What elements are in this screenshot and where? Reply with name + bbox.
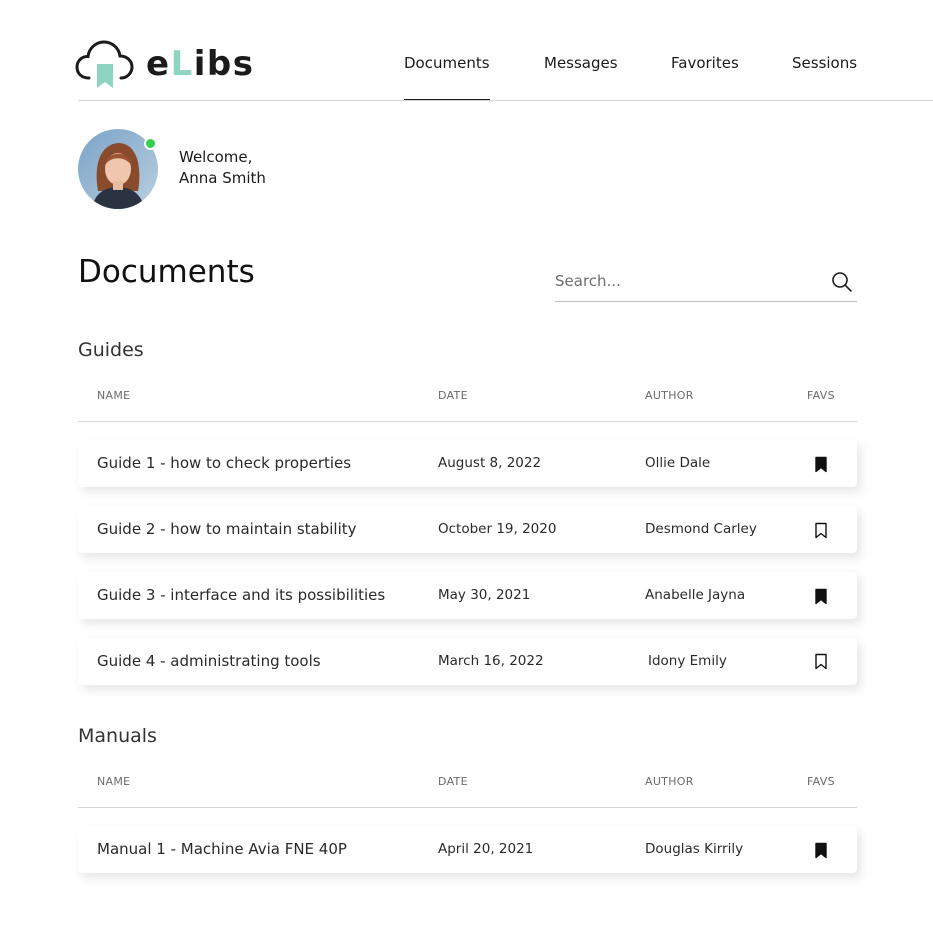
bookmark-outline-icon[interactable] (814, 653, 828, 670)
header-divider (78, 100, 933, 101)
column-header-name: NAME (97, 389, 131, 402)
bookmark-outline-icon[interactable] (814, 522, 828, 539)
row-author: Desmond Carley (645, 521, 757, 537)
brand-name-suffix: ibs (193, 44, 255, 84)
section-title-manuals: Manuals (78, 725, 157, 747)
row-date: October 19, 2020 (438, 521, 557, 537)
section-title-guides: Guides (78, 339, 144, 361)
nav-documents[interactable]: Documents (404, 53, 490, 101)
brand-name-prefix: e (146, 44, 171, 84)
row-author: Idony Emily (648, 653, 727, 669)
row-author: Anabelle Jayna (645, 587, 746, 603)
table-header-divider (78, 807, 857, 808)
row-date: March 16, 2022 (438, 653, 544, 669)
row-name: Guide 3 - interface and its possibilitie… (97, 586, 386, 604)
table-row[interactable]: Manual 1 - Machine Avia FNE 40P April 20… (78, 826, 857, 873)
column-header-author: AUTHOR (645, 775, 694, 788)
row-date: April 20, 2021 (438, 841, 534, 857)
brand-logo[interactable]: eLibs (75, 38, 253, 90)
bookmark-filled-icon[interactable] (814, 842, 828, 859)
bookmark-filled-icon[interactable] (814, 456, 828, 473)
search-input[interactable] (555, 262, 815, 300)
welcome-message: Welcome, Anna Smith (179, 147, 266, 189)
table-row[interactable]: Guide 2 - how to maintain stability Octo… (78, 506, 857, 553)
row-name: Guide 4 - administrating tools (97, 652, 321, 670)
top-header: eLibs Documents Messages Favorites Sessi… (0, 0, 933, 101)
page-title: Documents (78, 254, 255, 290)
nav-favorites[interactable]: Favorites (671, 53, 739, 73)
user-name: Anna Smith (179, 169, 266, 187)
column-header-date: DATE (438, 775, 468, 788)
table-row[interactable]: Guide 3 - interface and its possibilitie… (78, 572, 857, 619)
row-name: Manual 1 - Machine Avia FNE 40P (97, 840, 347, 858)
search-icon[interactable] (831, 271, 853, 293)
column-header-favs: FAVS (807, 775, 835, 788)
row-name: Guide 2 - how to maintain stability (97, 520, 357, 538)
table-row[interactable]: Guide 1 - how to check properties August… (78, 440, 857, 487)
bookmark-filled-icon[interactable] (814, 588, 828, 605)
column-header-author: AUTHOR (645, 389, 694, 402)
column-header-name: NAME (97, 775, 131, 788)
row-date: May 30, 2021 (438, 587, 531, 603)
nav-messages[interactable]: Messages (544, 53, 618, 73)
search-bar (555, 262, 857, 302)
welcome-greeting: Welcome, (179, 148, 253, 166)
column-header-favs: FAVS (807, 389, 835, 402)
row-author: Ollie Dale (645, 455, 711, 471)
brand-name: eLibs (146, 42, 254, 86)
table-header-divider (78, 421, 857, 422)
nav-sessions[interactable]: Sessions (792, 53, 857, 73)
online-status-badge (144, 137, 157, 150)
cloud-bookmark-icon (75, 40, 134, 88)
table-row[interactable]: Guide 4 - administrating tools March 16,… (78, 638, 857, 685)
row-date: August 8, 2022 (438, 455, 542, 471)
column-header-date: DATE (438, 389, 468, 402)
row-author: Douglas Kirrily (645, 841, 744, 857)
brand-name-accent: L (170, 44, 194, 84)
row-name: Guide 1 - how to check properties (97, 454, 352, 472)
